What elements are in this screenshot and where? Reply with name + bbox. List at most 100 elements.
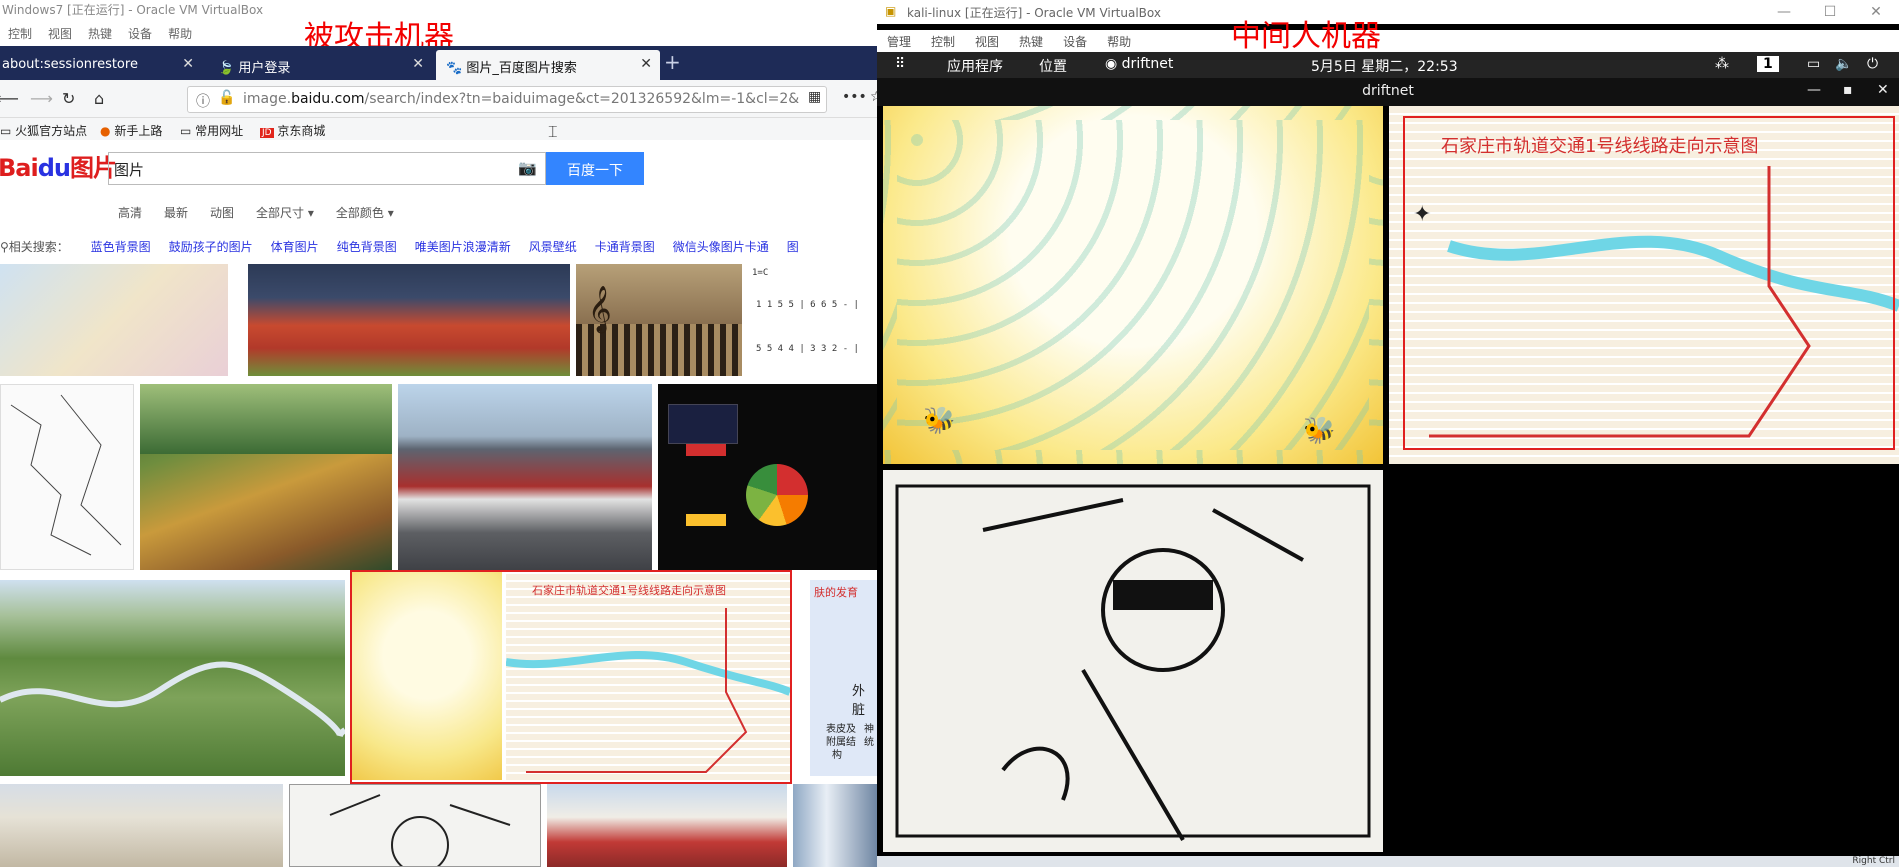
bookmark-getting-started[interactable]: ● 新手上路 bbox=[100, 122, 162, 139]
filter-latest[interactable]: 最新 bbox=[164, 204, 188, 221]
related-link[interactable]: 体育图片 bbox=[271, 240, 319, 254]
related-link[interactable]: 鼓励孩子的图片 bbox=[169, 240, 253, 254]
vm-menu-manage[interactable]: 管理 bbox=[877, 30, 921, 52]
image-thumb-map[interactable] bbox=[0, 264, 228, 376]
url-bar[interactable]: ⓘ 🔓 image.baidu.com/search/index?tn=baid… bbox=[187, 86, 827, 113]
search-input[interactable]: 图片 📷 bbox=[108, 152, 546, 185]
close-icon[interactable]: ✕ bbox=[1853, 0, 1899, 20]
window-title: driftnet bbox=[1362, 83, 1414, 99]
tab-sessionrestore[interactable]: about:sessionrestore ✕ bbox=[0, 50, 202, 80]
volume-icon[interactable]: 🔈 bbox=[1835, 56, 1852, 72]
bookmark-common-sites[interactable]: ▭ 常用网址 bbox=[180, 122, 243, 139]
back-icon[interactable]: ⟵ bbox=[0, 89, 19, 108]
filter-bar: 高清 最新 动图 全部尺寸 ▾ 全部颜色 ▾ bbox=[118, 204, 394, 221]
tab-login[interactable]: 🍃 用户登录 ✕ bbox=[208, 50, 432, 80]
insecure-lock-icon[interactable]: 🔓 bbox=[218, 90, 235, 106]
image-thumb-building[interactable] bbox=[0, 784, 283, 867]
bookmark-firefox[interactable]: ▭ 火狐官方站点 bbox=[0, 122, 87, 139]
bookmark-star-icon[interactable]: ☆ bbox=[870, 89, 877, 105]
related-link[interactable]: 蓝色背景图 bbox=[91, 240, 151, 254]
vm-menu-help[interactable]: 帮助 bbox=[1097, 30, 1141, 52]
captured-image-cartoon[interactable] bbox=[883, 470, 1383, 852]
related-link[interactable]: 风景壁纸 bbox=[529, 240, 577, 254]
vm-menu-control[interactable]: 控制 bbox=[0, 22, 40, 44]
image-thumb-bus-station[interactable] bbox=[398, 384, 652, 570]
image-thumb-highlighted-metro-map[interactable]: 石家庄市轨道交通1号线线路走向示意图 bbox=[350, 570, 792, 784]
vm-menu-devices[interactable]: 设备 bbox=[120, 22, 160, 44]
image-thumb-sheet-music[interactable]: 1=C 1 1 5 5 | 6 6 5 - | 5 5 4 4 | 3 3 2 … bbox=[748, 264, 877, 376]
close-icon[interactable]: ✕ bbox=[1877, 82, 1889, 98]
network-icon[interactable]: ⁂ bbox=[1715, 56, 1729, 72]
related-link[interactable]: 微信头像图片卡通 bbox=[673, 240, 769, 254]
info-icon[interactable]: ⓘ bbox=[196, 91, 210, 111]
filter-color[interactable]: 全部颜色 ▾ bbox=[336, 204, 394, 221]
image-thumb-line-map[interactable] bbox=[0, 384, 134, 570]
related-link[interactable]: 图 bbox=[787, 240, 799, 254]
applications-menu[interactable]: 应用程序 bbox=[947, 56, 1003, 76]
bookmark-jd[interactable]: JD 京东商城 bbox=[260, 122, 325, 139]
driftnet-window-titlebar: driftnet — ▪ ✕ bbox=[877, 78, 1899, 106]
qr-icon[interactable]: ▦ bbox=[808, 89, 821, 105]
image-thumb-river-grassland[interactable] bbox=[0, 580, 345, 776]
workspace-indicator[interactable]: 1 bbox=[1757, 56, 1779, 72]
driftnet-app-menu[interactable]: ◉ driftnet bbox=[1105, 56, 1173, 72]
power-icon[interactable]: ⏻ bbox=[1867, 56, 1878, 72]
close-icon[interactable]: ✕ bbox=[412, 56, 424, 72]
related-link[interactable]: 卡通背景图 bbox=[595, 240, 655, 254]
close-icon[interactable]: ✕ bbox=[182, 56, 194, 72]
bookmark-label: 常用网址 bbox=[195, 124, 244, 138]
filter-size[interactable]: 全部尺寸 ▾ bbox=[256, 204, 314, 221]
reload-icon[interactable]: ↻ bbox=[62, 89, 75, 108]
edu-sub: 构 bbox=[832, 750, 842, 761]
vm-menu-help[interactable]: 帮助 bbox=[160, 22, 200, 44]
new-tab-icon[interactable]: + bbox=[664, 50, 681, 74]
filter-hd[interactable]: 高清 bbox=[118, 204, 142, 221]
image-thumb-tower[interactable] bbox=[793, 784, 877, 867]
vm-menu-hotkey[interactable]: 热键 bbox=[1009, 30, 1053, 52]
places-menu[interactable]: 位置 bbox=[1039, 56, 1067, 76]
vm-title-bar: ▣ kali-linux [正在运行] - Oracle VM VirtualB… bbox=[877, 0, 1899, 24]
image-thumb-vegetable-truck[interactable] bbox=[140, 384, 392, 570]
vm-menu-devices[interactable]: 设备 bbox=[1053, 30, 1097, 52]
related-searches: ⚲相关搜索： 蓝色背景图 鼓励孩子的图片 体育图片 纯色背景图 唯美图片浪漫清新 风景壁纸… bbox=[0, 238, 799, 255]
image-thumb-parade[interactable] bbox=[248, 264, 570, 376]
vm-menu-hotkey[interactable]: 热键 bbox=[80, 22, 120, 44]
search-value: 图片 bbox=[114, 161, 145, 179]
navigation-bar: ⟵ ⟶ ↻ ⌂ ⓘ 🔓 image.baidu.com/search/index… bbox=[0, 80, 877, 118]
app-grid-icon[interactable]: ⠿ bbox=[895, 56, 905, 72]
home-icon[interactable]: ⌂ bbox=[94, 89, 104, 108]
search-button[interactable]: 百度一下 bbox=[546, 152, 644, 185]
vm-menu-view[interactable]: 视图 bbox=[40, 22, 80, 44]
baidu-logo[interactable]: Baidu图片 bbox=[0, 148, 117, 183]
filter-gif[interactable]: 动图 bbox=[210, 204, 234, 221]
maximize-icon[interactable]: ☐ bbox=[1807, 0, 1853, 20]
window-controls: — ☐ ✕ bbox=[1761, 0, 1899, 20]
more-icon[interactable]: ••• bbox=[842, 89, 867, 105]
image-thumb-cartoon[interactable] bbox=[289, 784, 541, 867]
maximize-icon[interactable]: ▪ bbox=[1843, 82, 1853, 98]
related-link[interactable]: 纯色背景图 bbox=[337, 240, 397, 254]
tab-baidu-images[interactable]: 🐾 图片_百度图片搜索 ✕ bbox=[436, 50, 660, 80]
captured-image-metro-map[interactable]: 石家庄市轨道交通1号线线路走向示意图 ✦ bbox=[1389, 106, 1899, 464]
bookmarks-bar: ▭ 火狐官方站点 ● 新手上路 ▭ 常用网址 JD 京东商城 bbox=[0, 118, 877, 140]
metro-line-drawing bbox=[506, 608, 790, 773]
minimize-icon[interactable]: — bbox=[1761, 0, 1807, 20]
display-icon[interactable]: ▭ bbox=[1807, 56, 1820, 72]
vm-title: Windows7 [正在运行] - Oracle VM VirtualBox bbox=[2, 3, 264, 17]
vm-menu-view[interactable]: 视图 bbox=[965, 30, 1009, 52]
image-thumb-stock-chart[interactable] bbox=[658, 384, 877, 570]
vm-menu-control[interactable]: 控制 bbox=[921, 30, 965, 52]
clock[interactable]: 5月5日 星期二，22:53 bbox=[1311, 56, 1458, 76]
browser-tab-bar: about:sessionrestore ✕ 🍃 用户登录 ✕ 🐾 图片_百度图… bbox=[0, 46, 877, 80]
image-thumb-skin-diagram[interactable]: 肤的发育 外脏 表皮及 附属结 构 神 统 bbox=[810, 580, 877, 776]
related-link[interactable]: 唯美图片浪漫清新 bbox=[415, 240, 511, 254]
folder-icon: ▭ bbox=[0, 124, 12, 138]
forward-icon[interactable]: ⟶ bbox=[30, 89, 53, 108]
minimize-icon[interactable]: — bbox=[1807, 82, 1821, 98]
close-icon[interactable]: ✕ bbox=[640, 56, 652, 72]
line-map-drawing bbox=[10, 394, 122, 556]
image-thumb-music[interactable]: 𝄞 bbox=[576, 264, 742, 376]
captured-image-frame[interactable]: 🐝 🐝 bbox=[883, 106, 1383, 464]
camera-icon[interactable]: 📷 bbox=[518, 159, 537, 177]
image-thumb-red-house[interactable] bbox=[547, 784, 787, 867]
